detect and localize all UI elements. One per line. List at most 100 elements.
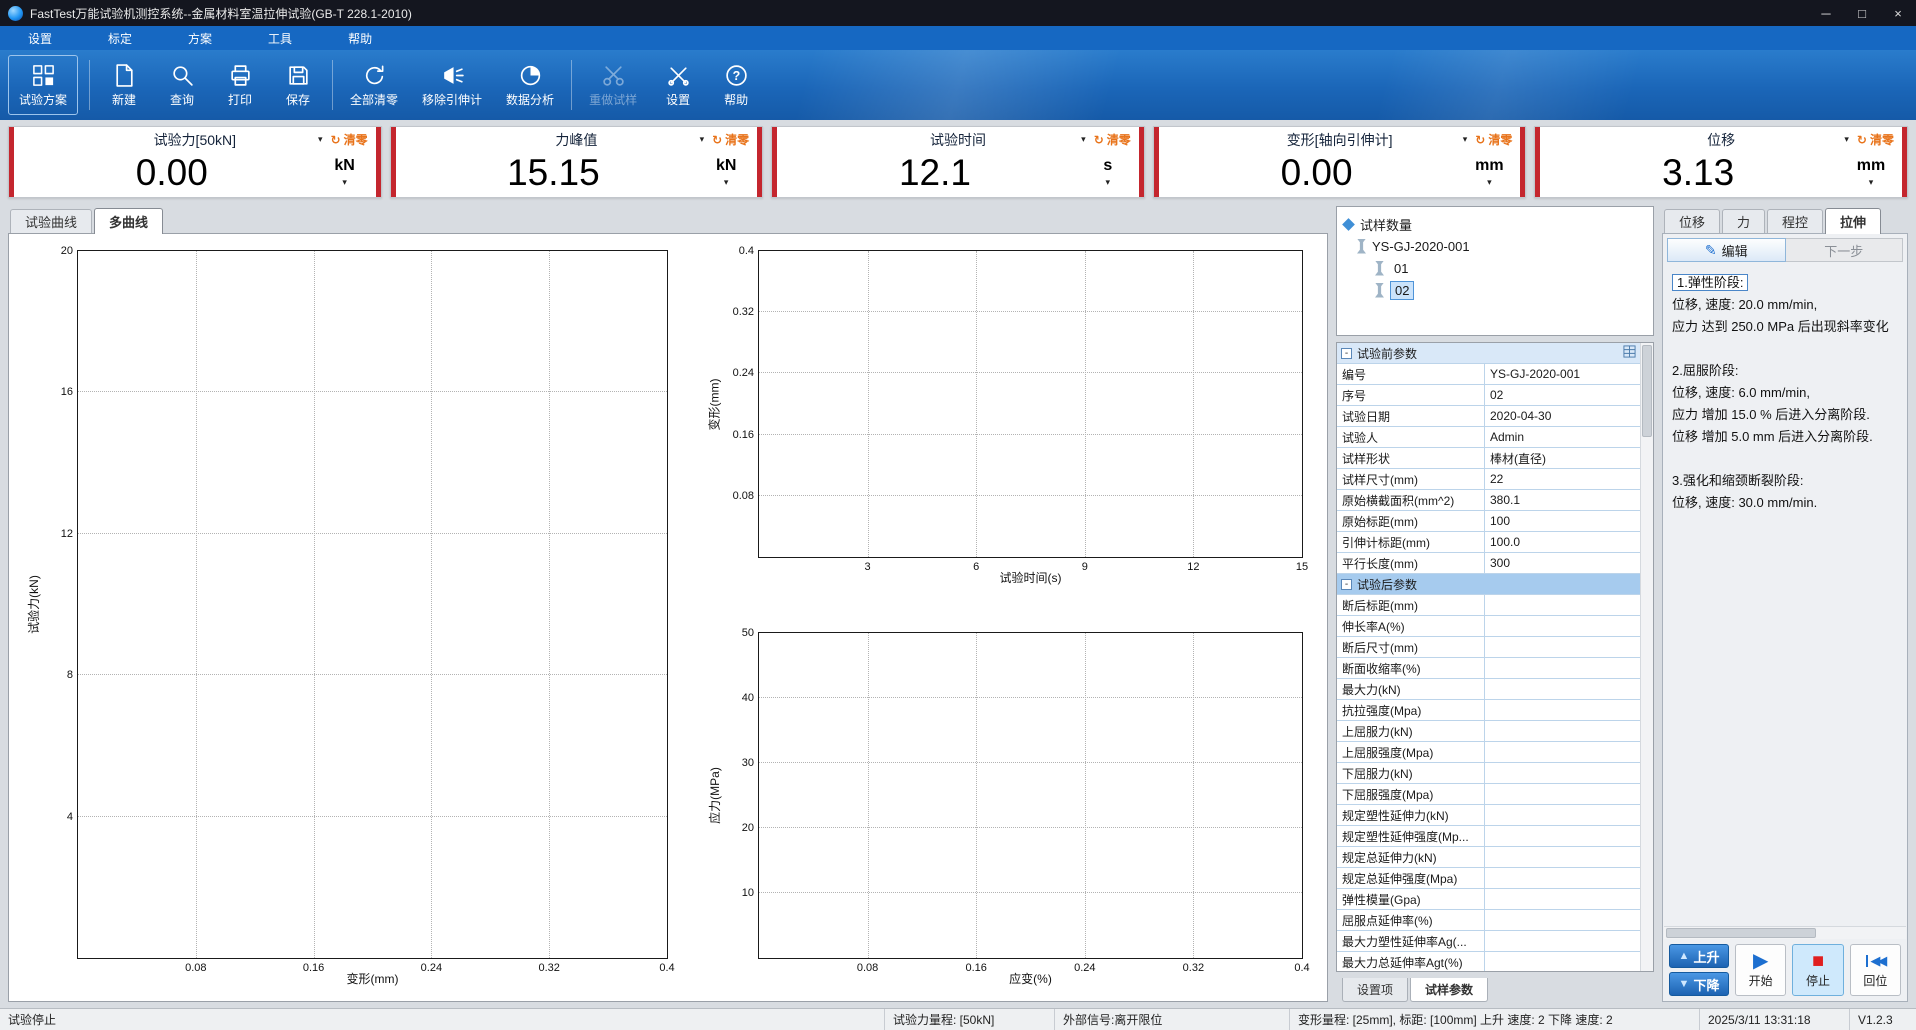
menu-item-tools[interactable]: 工具 bbox=[240, 26, 320, 50]
param-row[interactable]: 下屈服强度(Mpa) bbox=[1337, 784, 1640, 805]
next-step-button[interactable]: 下一步 bbox=[1786, 238, 1904, 262]
param-row[interactable]: 试样形状棒材(直径) bbox=[1337, 448, 1640, 469]
param-row[interactable]: 上屈服力(kN) bbox=[1337, 721, 1640, 742]
dropdown-icon[interactable]: ▾ bbox=[1844, 134, 1849, 145]
tree-root-sample-count[interactable]: 试样数量 bbox=[1341, 213, 1649, 235]
toolbar-button-scheme[interactable]: 试验方案 bbox=[8, 55, 78, 115]
dropdown-icon[interactable]: ▾ bbox=[1487, 177, 1492, 188]
param-row[interactable]: 原始标距(mm)100 bbox=[1337, 511, 1640, 532]
param-row[interactable]: 抗拉强度(Mpa) bbox=[1337, 700, 1640, 721]
clear-button[interactable]: ↻清零 bbox=[1094, 131, 1131, 148]
param-row[interactable]: 断面收缩率(%) bbox=[1337, 658, 1640, 679]
gridline-v bbox=[1193, 251, 1194, 557]
up-arrow-icon: ▲ bbox=[1679, 950, 1690, 962]
crosshead-down-button[interactable]: ▼ 下降 bbox=[1669, 972, 1729, 996]
param-row[interactable]: 断后尺寸(mm) bbox=[1337, 637, 1640, 658]
param-row[interactable]: 试验人Admin bbox=[1337, 427, 1640, 448]
param-row[interactable]: 最大力(kN) bbox=[1337, 679, 1640, 700]
maximize-button[interactable]: □ bbox=[1844, 0, 1880, 26]
param-row[interactable]: 最大力总延伸率Agt(%) bbox=[1337, 952, 1640, 971]
dropdown-icon[interactable]: ▾ bbox=[318, 134, 323, 145]
tab-displacement[interactable]: 位移 bbox=[1664, 209, 1720, 233]
toolbar-button-print[interactable]: 打印 bbox=[211, 50, 269, 120]
tab-force[interactable]: 力 bbox=[1722, 209, 1765, 233]
collapse-icon[interactable]: - bbox=[1341, 348, 1352, 359]
param-row[interactable]: 编号YS-GJ-2020-001 bbox=[1337, 364, 1640, 385]
param-row[interactable]: 伸长率A(%) bbox=[1337, 616, 1640, 637]
toolbar-button-new[interactable]: 新建 bbox=[95, 50, 153, 120]
stop-icon: ■ bbox=[1812, 951, 1824, 971]
param-row[interactable]: 规定塑性延伸强度(Mp... bbox=[1337, 826, 1640, 847]
toolbar-button-clearall[interactable]: 全部清零 bbox=[338, 50, 410, 120]
toolbar-button-save[interactable]: 保存 bbox=[269, 50, 327, 120]
minimize-button[interactable]: ─ bbox=[1808, 0, 1844, 26]
param-row[interactable]: 规定总延伸力(kN) bbox=[1337, 847, 1640, 868]
param-row[interactable]: 序号02 bbox=[1337, 385, 1640, 406]
stop-button[interactable]: ■ 停止 bbox=[1792, 944, 1843, 996]
param-row[interactable]: 断后标距(mm) bbox=[1337, 595, 1640, 616]
menu-item-scheme[interactable]: 方案 bbox=[160, 26, 240, 50]
param-row[interactable]: 原始横截面积(mm^2)380.1 bbox=[1337, 490, 1640, 511]
tree-sample-02[interactable]: 02 bbox=[1341, 279, 1649, 301]
param-row[interactable]: 试样尺寸(mm)22 bbox=[1337, 469, 1640, 490]
param-row[interactable]: 引伸计标距(mm)100.0 bbox=[1337, 532, 1640, 553]
close-button[interactable]: × bbox=[1880, 0, 1916, 26]
param-group-header[interactable]: -试验前参数 bbox=[1337, 343, 1640, 364]
tab-multi-curve[interactable]: 多曲线 bbox=[94, 208, 163, 234]
param-row[interactable]: 试验日期2020-04-30 bbox=[1337, 406, 1640, 427]
dropdown-icon[interactable]: ▾ bbox=[724, 177, 729, 188]
start-button[interactable]: ▶ 开始 bbox=[1735, 944, 1786, 996]
crosshead-up-button[interactable]: ▲ 上升 bbox=[1669, 944, 1729, 968]
tab-sample-params[interactable]: 试样参数 bbox=[1410, 978, 1488, 1002]
toolbar-button-help[interactable]: ?帮助 bbox=[707, 50, 765, 120]
dropdown-icon[interactable]: ▾ bbox=[1081, 134, 1086, 145]
collapse-icon[interactable]: - bbox=[1341, 579, 1352, 590]
dropdown-icon[interactable]: ▾ bbox=[1106, 177, 1111, 188]
dropdown-icon[interactable]: ▾ bbox=[1869, 177, 1874, 188]
tab-tension[interactable]: 拉伸 bbox=[1825, 208, 1881, 234]
param-row[interactable]: 下屈服力(kN) bbox=[1337, 763, 1640, 784]
param-group-label: 试验前参数 bbox=[1357, 345, 1623, 362]
menu-item-settings[interactable]: 设置 bbox=[0, 26, 80, 50]
tree-sample-01[interactable]: 01 bbox=[1341, 257, 1649, 279]
edit-button[interactable]: ✎ 编辑 bbox=[1667, 238, 1786, 262]
vertical-scrollbar[interactable] bbox=[1640, 343, 1653, 971]
params-grid-icon[interactable] bbox=[1623, 345, 1636, 361]
param-row[interactable]: 屈服点延伸率(%) bbox=[1337, 910, 1640, 931]
menu-item-calibration[interactable]: 标定 bbox=[80, 26, 160, 50]
horizontal-scrollbar[interactable] bbox=[1664, 926, 1906, 939]
param-row[interactable]: 规定塑性延伸力(kN) bbox=[1337, 805, 1640, 826]
toolbar-button-extenso[interactable]: 移除引伸计 bbox=[410, 50, 494, 120]
y-axis: 变形(mm) bbox=[706, 250, 722, 558]
charts-wrap: 试验力(kN) 481216200.080.160.240.320.4 变形(m… bbox=[9, 234, 1327, 1001]
clear-button[interactable]: ↻清零 bbox=[712, 131, 749, 148]
tab-settings-items[interactable]: 设置项 bbox=[1342, 978, 1408, 1002]
dropdown-icon[interactable]: ▾ bbox=[1463, 134, 1468, 145]
clear-button[interactable]: ↻清零 bbox=[1857, 131, 1894, 148]
tab-program[interactable]: 程控 bbox=[1767, 209, 1823, 233]
param-row[interactable]: 最大力塑性延伸率Ag(... bbox=[1337, 931, 1640, 952]
return-home-button[interactable]: ◀◀ 回位 bbox=[1850, 944, 1901, 996]
tree-batch[interactable]: YS-GJ-2020-001 bbox=[1341, 235, 1649, 257]
window-controls: ─ □ × bbox=[1808, 0, 1916, 26]
app-logo-icon bbox=[8, 6, 23, 21]
toolbar-button-settings[interactable]: 设置 bbox=[649, 50, 707, 120]
scrollbar-thumb[interactable] bbox=[1642, 345, 1652, 437]
clear-button[interactable]: ↻清零 bbox=[1475, 131, 1512, 148]
clear-button[interactable]: ↻清零 bbox=[331, 131, 368, 148]
toolbar-button-analysis[interactable]: 数据分析 bbox=[494, 50, 566, 120]
toolbar-button-search[interactable]: 查询 bbox=[153, 50, 211, 120]
scrollbar-thumb[interactable] bbox=[1666, 928, 1816, 938]
menu-item-help[interactable]: 帮助 bbox=[320, 26, 400, 50]
display-header: 位移▾↻清零 bbox=[1548, 130, 1894, 150]
param-value bbox=[1485, 616, 1640, 636]
param-row[interactable]: 平行长度(mm)300 bbox=[1337, 553, 1640, 574]
toolbar-button-label: 打印 bbox=[228, 91, 252, 108]
dropdown-icon[interactable]: ▾ bbox=[342, 177, 347, 188]
tab-test-curve[interactable]: 试验曲线 bbox=[10, 209, 92, 233]
param-row[interactable]: 弹性模量(Gpa) bbox=[1337, 889, 1640, 910]
dropdown-icon[interactable]: ▾ bbox=[700, 134, 705, 145]
param-row[interactable]: 规定总延伸强度(Mpa) bbox=[1337, 868, 1640, 889]
param-row[interactable]: 上屈服强度(Mpa) bbox=[1337, 742, 1640, 763]
param-group-header[interactable]: -试验后参数 bbox=[1337, 574, 1640, 595]
